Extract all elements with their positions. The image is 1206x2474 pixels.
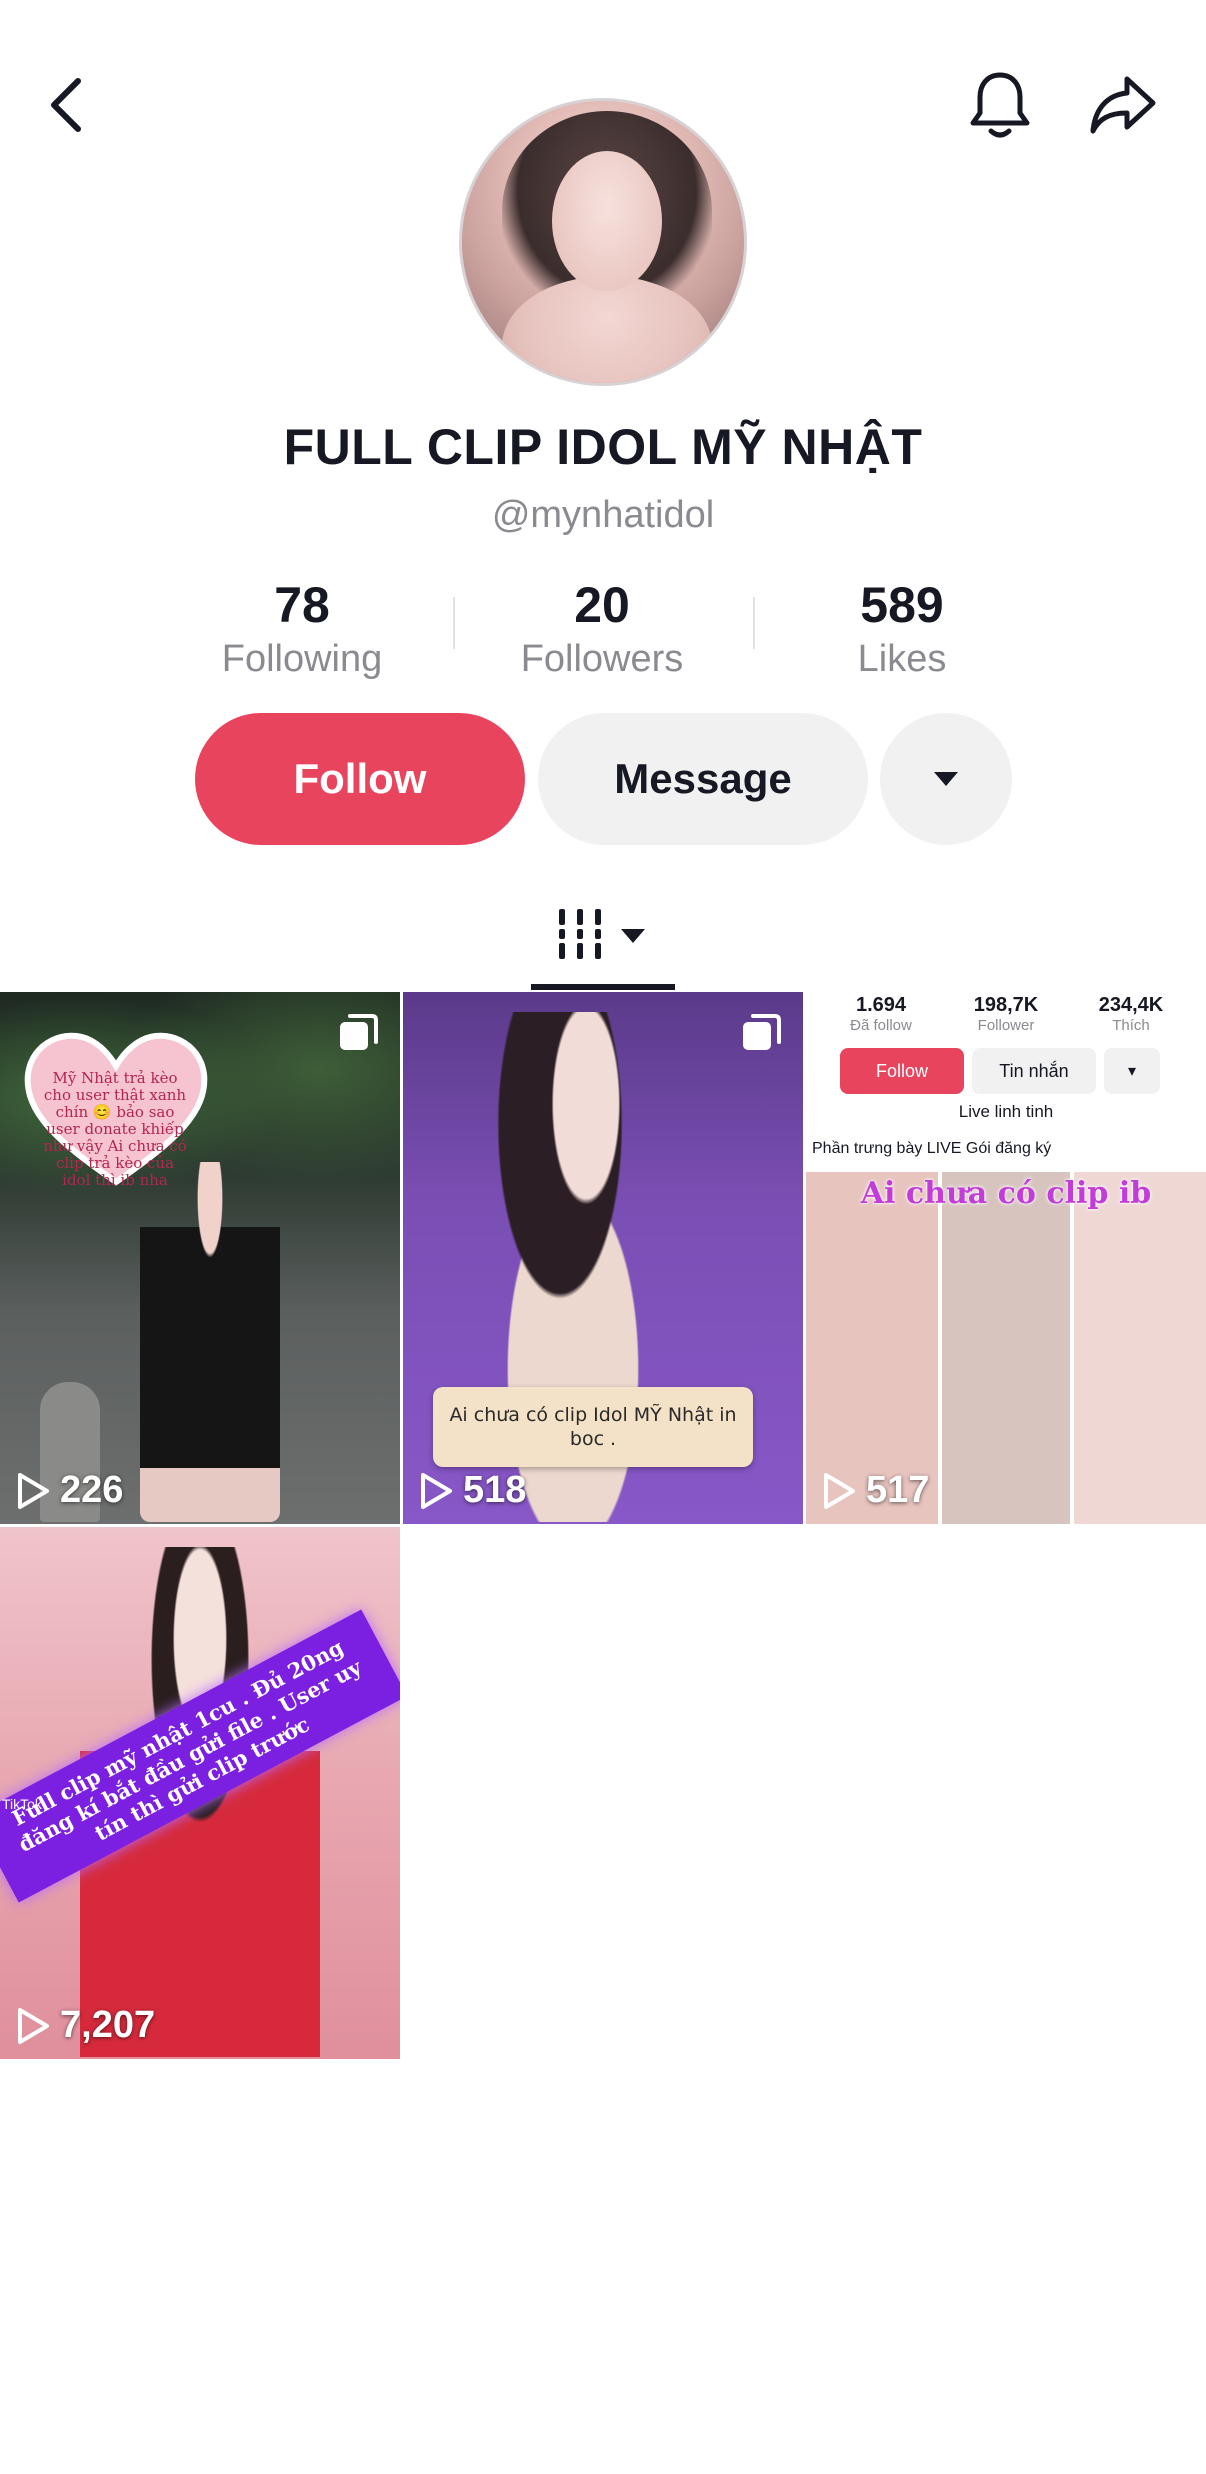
share-icon bbox=[1090, 76, 1155, 134]
stat-following[interactable]: 78 Following bbox=[152, 575, 452, 683]
mini-stat-label: Follower bbox=[977, 1017, 1035, 1034]
multi-photo-icon bbox=[340, 1014, 378, 1050]
multi-photo-icon bbox=[743, 1014, 781, 1050]
back-button[interactable] bbox=[30, 60, 102, 150]
mini-stat-value: 1.694 bbox=[855, 994, 907, 1016]
play-count-value: 517 bbox=[866, 1469, 930, 1511]
mini-banner-text: Ai chưa có clip ib bbox=[860, 1176, 1152, 1211]
mini-stat-value: 234,4K bbox=[1098, 994, 1164, 1016]
following-label: Following bbox=[221, 638, 383, 680]
avatar-face bbox=[552, 151, 662, 291]
mini-stat-value: 198,7K bbox=[973, 994, 1039, 1016]
play-count: 226 bbox=[16, 1469, 123, 1512]
play-count: 518 bbox=[419, 1469, 526, 1512]
play-icon bbox=[18, 1472, 49, 1509]
play-count-value: 226 bbox=[60, 1469, 124, 1511]
mini-more-button: ▾ bbox=[1104, 1048, 1160, 1094]
tab-videos[interactable] bbox=[531, 880, 675, 990]
caret-down-icon bbox=[934, 772, 958, 786]
message-button[interactable]: Message bbox=[538, 713, 868, 845]
stat-followers[interactable]: 20 Followers bbox=[452, 575, 752, 683]
following-count: 78 bbox=[274, 577, 330, 633]
video-thumbnail[interactable]: Mỹ Nhật trả kèo cho user thật xanh chín … bbox=[0, 992, 400, 1524]
active-tab-indicator bbox=[531, 984, 675, 990]
mini-profile-stats: 1.694 Đã follow 198,7K Follower 234,4K T… bbox=[806, 994, 1206, 1044]
mini-stat-label: Thích bbox=[1112, 1017, 1150, 1034]
mini-follow-button: Follow bbox=[840, 1048, 964, 1094]
play-count: 517 bbox=[822, 1469, 929, 1512]
content-tabs bbox=[0, 880, 1206, 990]
more-options-button[interactable] bbox=[880, 713, 1012, 845]
chevron-left-icon bbox=[51, 78, 81, 132]
play-icon bbox=[824, 1472, 855, 1509]
mini-stat: 198,7K Follower bbox=[941, 994, 1071, 1034]
play-count: 7,207 bbox=[16, 2004, 155, 2047]
likes-label: Likes bbox=[857, 638, 947, 680]
profile-actions: Follow Message bbox=[0, 713, 1206, 845]
mini-stat: 234,4K Thích bbox=[1066, 994, 1196, 1034]
video-thumbnail[interactable]: Full clip mỹ nhật 1cu . Đủ 20ng đăng kí … bbox=[0, 1527, 400, 2059]
note-caption: Ai chưa có clip Idol MỸ Nhật in boc . bbox=[433, 1387, 753, 1467]
followers-count: 20 bbox=[574, 577, 630, 633]
person-figure bbox=[140, 1162, 280, 1522]
likes-count: 589 bbox=[860, 577, 944, 633]
share-button[interactable] bbox=[1075, 60, 1170, 150]
grid-icon bbox=[559, 909, 645, 959]
bell-icon bbox=[970, 72, 1030, 138]
followers-label: Followers bbox=[520, 638, 684, 680]
profile-name: FULL CLIP IDOL MỸ NHẬT bbox=[283, 419, 923, 475]
tiktok-watermark: TikTok bbox=[2, 1796, 42, 1812]
mini-feature-row: Phần trưng bày LIVE Gói đăng ký bbox=[812, 1140, 1052, 1157]
video-thumbnail[interactable]: Ai chưa có clip Idol MỸ Nhật in boc . 51… bbox=[403, 992, 803, 1524]
profile-avatar[interactable] bbox=[459, 98, 747, 386]
mini-stat-label: Đã follow bbox=[850, 1017, 912, 1034]
mini-stat: 1.694 Đã follow bbox=[816, 994, 946, 1034]
profile-username: @mynhatidol bbox=[491, 494, 715, 536]
play-icon bbox=[18, 2007, 49, 2044]
play-icon bbox=[421, 1472, 452, 1509]
mini-bio: Live linh tinh bbox=[958, 1102, 1054, 1121]
play-count-value: 518 bbox=[463, 1469, 527, 1511]
mini-message-button: Tin nhắn bbox=[972, 1048, 1096, 1094]
video-thumbnail[interactable]: 1.694 Đã follow 198,7K Follower 234,4K T… bbox=[806, 992, 1206, 1524]
follow-button[interactable]: Follow bbox=[195, 713, 525, 845]
play-count-value: 7,207 bbox=[60, 2004, 156, 2046]
notification-bell-button[interactable] bbox=[955, 60, 1045, 150]
stat-likes[interactable]: 589 Likes bbox=[752, 575, 1052, 683]
profile-stats: 78 Following 20 Followers 589 Likes bbox=[0, 575, 1206, 685]
